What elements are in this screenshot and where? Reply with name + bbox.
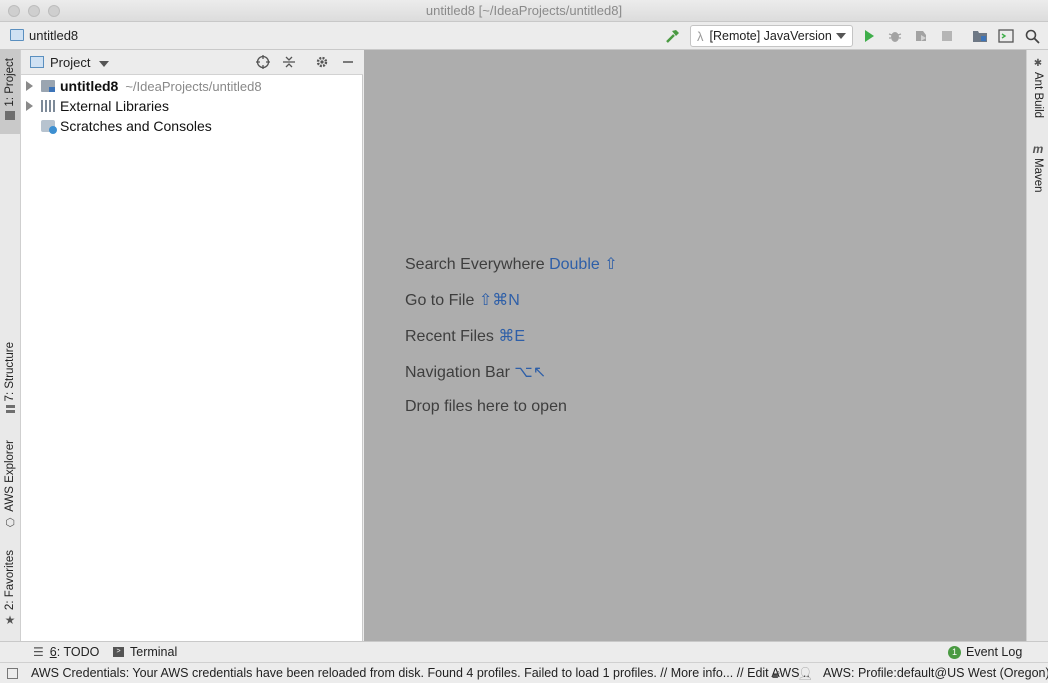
hide-panel-icon[interactable] — [340, 54, 356, 70]
status-bar: AWS Credentials: Your AWS credentials ha… — [0, 662, 1048, 683]
project-folder-icon — [10, 29, 24, 41]
project-tool-window: Project untitled8 ~/IdeaProjects/untitle… — [21, 50, 363, 641]
list-icon: ☰ — [33, 645, 44, 659]
toggle-tool-windows-icon[interactable] — [7, 668, 18, 679]
hint-text: Navigation Bar — [405, 364, 510, 381]
locate-crosshair-icon[interactable] — [255, 54, 271, 70]
event-count-badge: 1 — [948, 645, 961, 659]
hint-shortcut: ⌘E — [498, 328, 526, 345]
maven-icon: m — [1032, 142, 1044, 156]
tab-aws-explorer-label: AWS Explorer — [4, 440, 16, 512]
hint-text: Drop files here to open — [405, 398, 567, 415]
tab-maven-label: Maven — [1032, 158, 1044, 193]
chevron-down-icon — [836, 33, 846, 39]
tab-todo-label: : TODO — [56, 645, 100, 659]
hint-text: Recent Files — [405, 328, 494, 345]
tab-event-log-label: Event Log — [966, 645, 1023, 659]
stop-button[interactable] — [938, 27, 956, 45]
inspector-person-icon[interactable]: 👤︎ — [797, 666, 814, 682]
tab-maven[interactable]: m Maven — [1028, 142, 1048, 202]
module-folder-icon — [41, 80, 55, 92]
tab-terminal[interactable]: > Terminal — [113, 645, 177, 659]
tab-favorites-label: 2: Favorites — [4, 550, 16, 611]
tab-aws-explorer[interactable]: AWS Explorer ⬡ — [0, 440, 20, 535]
cube-icon: ⬡ — [5, 516, 15, 529]
collapse-all-icon[interactable] — [281, 54, 297, 70]
debug-bug-icon[interactable] — [886, 27, 904, 45]
tab-todo-number: 6 — [49, 645, 57, 659]
tree-item-label: Scratches and Consoles — [60, 118, 212, 134]
tab-todo[interactable]: ☰ 6: TODO — [33, 645, 99, 659]
tab-favorites[interactable]: 2: Favorites ★ — [0, 550, 20, 634]
aws-profile-label: AWS: Profile:default@US West (Oregon) — [823, 666, 1048, 680]
project-panel-header: Project — [21, 50, 363, 75]
gear-icon[interactable] — [314, 54, 330, 70]
editor-empty-area[interactable]: Search Everywhere Double ⇧ Go to File ⇧⌘… — [364, 50, 1026, 641]
window-title: untitled8 [~/IdeaProjects/untitled8] — [425, 3, 623, 18]
run-configuration-select[interactable]: λ [Remote] JavaVersion — [690, 25, 853, 47]
hint-search-everywhere: Search Everywhere Double ⇧ — [405, 254, 618, 274]
tree-item-scratches[interactable]: Scratches and Consoles — [21, 116, 363, 136]
nav-project-label[interactable]: untitled8 — [29, 28, 78, 43]
structure-icon — [5, 405, 15, 415]
expand-arrow-icon[interactable] — [26, 81, 33, 91]
status-message[interactable]: AWS Credentials: Your AWS credentials ha… — [31, 666, 810, 680]
run-button[interactable] — [860, 27, 878, 45]
hint-go-to-file: Go to File ⇧⌘N — [405, 290, 520, 310]
lock-icon[interactable]: 🔓︎ — [772, 667, 780, 682]
run-configuration-label: [Remote] JavaVersion — [709, 29, 832, 43]
library-icon — [41, 100, 55, 112]
tab-structure-label: 7: Structure — [4, 342, 16, 402]
tab-ant-build-label: Ant Build — [1032, 72, 1044, 119]
tree-item-external-libraries[interactable]: External Libraries — [21, 96, 363, 116]
right-tool-strip: ✱ Ant Build m Maven — [1026, 50, 1048, 641]
hint-text: Search Everywhere — [405, 256, 545, 273]
tree-item-untitled8[interactable]: untitled8 ~/IdeaProjects/untitled8 — [21, 76, 363, 96]
tree-item-label: untitled8 — [60, 78, 119, 94]
run-with-coverage-icon[interactable] — [912, 27, 930, 45]
folder-icon — [5, 110, 15, 120]
chevron-down-icon[interactable] — [99, 61, 109, 67]
project-view-icon — [30, 56, 44, 68]
hint-shortcut: ⇧⌘N — [478, 292, 520, 309]
navigation-bar: untitled8 λ [Remote] JavaVersion — [0, 22, 1048, 50]
lambda-icon: λ — [697, 28, 704, 44]
hint-text: Go to File — [405, 292, 475, 309]
hint-shortcut: ⌥↖ — [514, 364, 547, 381]
hint-recent-files: Recent Files ⌘E — [405, 326, 525, 346]
title-bar: untitled8 [~/IdeaProjects/untitled8] — [0, 0, 1048, 22]
tab-project-label: 1: Project — [4, 58, 16, 107]
tab-terminal-label: Terminal — [130, 645, 178, 659]
ant-icon: ✱ — [1033, 58, 1043, 69]
search-icon[interactable] — [1023, 27, 1041, 45]
tree-item-label: External Libraries — [60, 98, 169, 114]
terminal-icon: > — [113, 647, 124, 657]
aws-profile-selector[interactable]: AWS: Profile:default@US West (Oregon) ⇕ — [823, 666, 1048, 680]
tab-ant-build[interactable]: ✱ Ant Build — [1028, 58, 1048, 128]
build-hammer-icon[interactable] — [664, 27, 682, 45]
star-icon: ★ — [4, 613, 16, 628]
scratch-icon — [41, 120, 57, 134]
terminal-window-icon[interactable] — [997, 27, 1015, 45]
expand-arrow-icon[interactable] — [26, 101, 33, 111]
hint-shortcut: Double ⇧ — [549, 256, 618, 273]
left-tool-strip: 1: Project 7: Structure AWS Explorer ⬡ 2… — [0, 50, 21, 641]
bottom-tool-bar: ☰ 6: TODO > Terminal 1 Event Log — [0, 641, 1048, 662]
hint-navigation-bar: Navigation Bar ⌥↖ — [405, 362, 546, 382]
tab-project[interactable]: 1: Project — [0, 50, 20, 134]
tab-event-log[interactable]: 1 Event Log — [948, 645, 1022, 659]
tab-structure[interactable]: 7: Structure — [0, 342, 20, 422]
tree-item-path: ~/IdeaProjects/untitled8 — [125, 78, 262, 94]
project-structure-icon[interactable] — [971, 27, 989, 45]
hint-drop-files: Drop files here to open — [405, 398, 567, 416]
project-view-select[interactable]: Project — [50, 55, 90, 70]
